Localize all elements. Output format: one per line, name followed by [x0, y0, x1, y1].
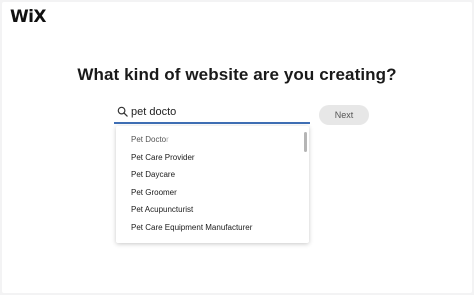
- search-icon: [117, 106, 128, 117]
- next-button[interactable]: Next: [319, 105, 369, 125]
- suggestion-item[interactable]: Pet Daycare: [116, 166, 301, 184]
- suggestion-label: Pet Docto: [131, 135, 167, 144]
- suggestions-list: Pet Doctor Pet Care Provider Pet Daycare…: [116, 131, 301, 237]
- suggestion-label-suffix: r: [166, 135, 169, 144]
- page-title: What kind of website are you creating?: [77, 65, 397, 84]
- suggestion-label: Pet Daycare: [131, 170, 176, 180]
- dropdown-scrollbar[interactable]: [304, 132, 307, 152]
- suggestion-item[interactable]: Pet Acupuncturist: [116, 201, 301, 219]
- wix-logo[interactable]: WiX: [10, 9, 46, 26]
- suggestions-dropdown: Pet Doctor Pet Care Provider Pet Daycare…: [116, 126, 309, 243]
- suggestion-label: Pet Groomer: [131, 187, 177, 197]
- suggestion-item[interactable]: Pet Care Equipment Manufacturer: [116, 219, 301, 237]
- search-field[interactable]: [114, 103, 310, 124]
- suggestion-label: Pet Care Equipment Manufacturer: [131, 222, 253, 232]
- suggestion-item[interactable]: Pet Care Provider: [116, 149, 301, 167]
- suggestion-item[interactable]: Pet Doctor: [116, 131, 301, 149]
- suggestion-label: Pet Acupuncturist: [131, 205, 194, 215]
- suggestion-item[interactable]: Pet Groomer: [116, 184, 301, 202]
- search-input[interactable]: [131, 103, 306, 121]
- suggestion-label: Pet Care Provider: [131, 152, 195, 162]
